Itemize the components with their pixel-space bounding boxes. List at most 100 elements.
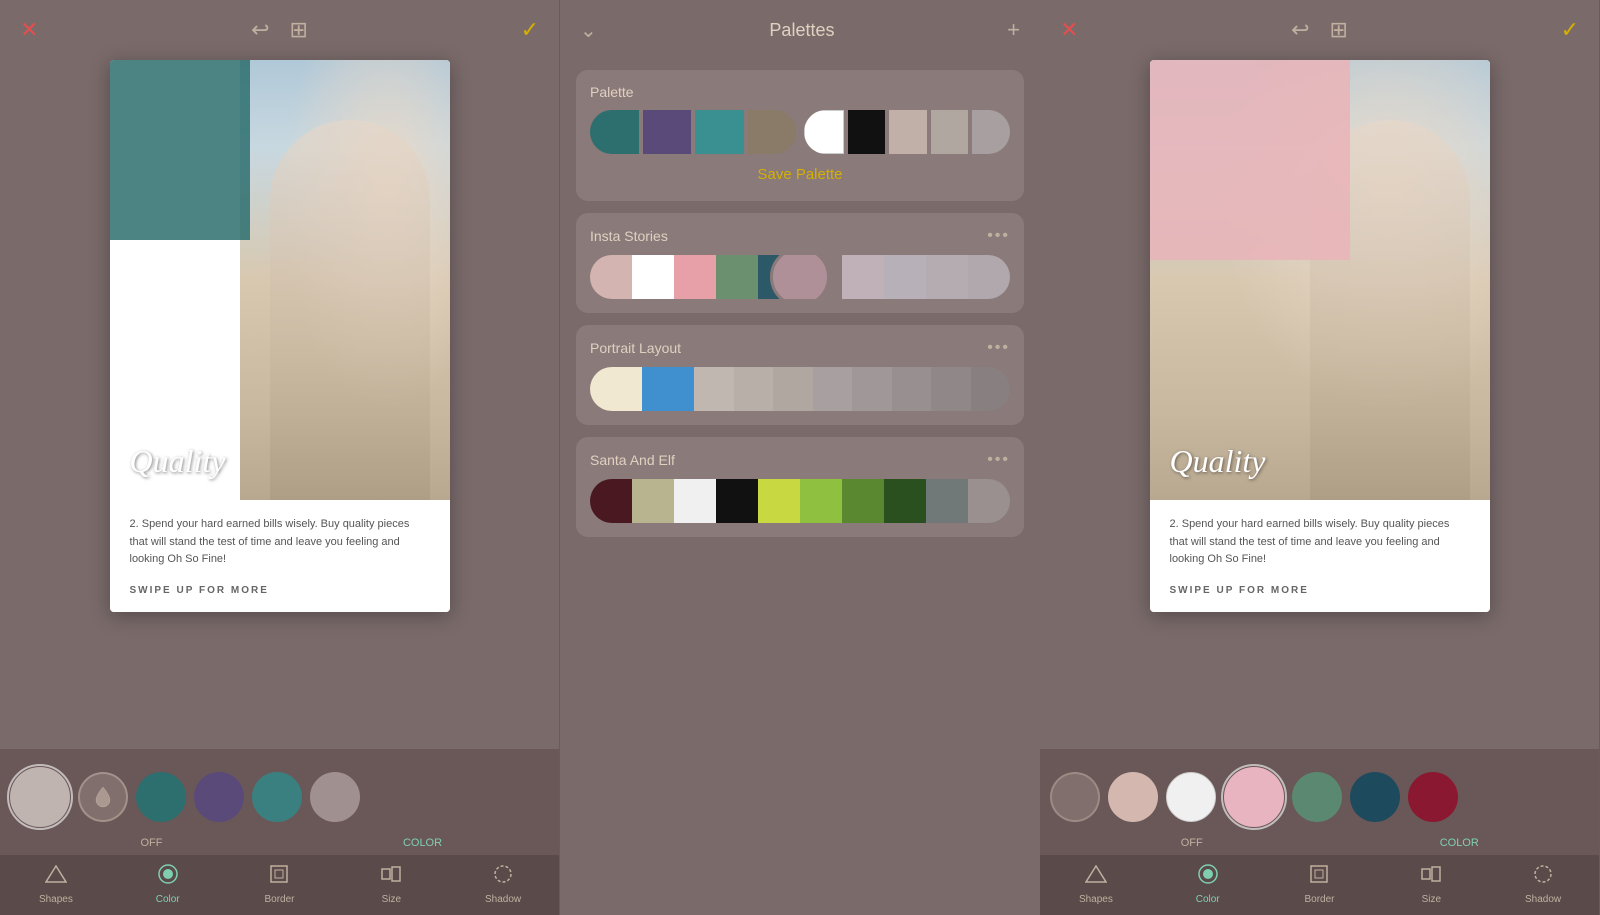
- left-layers-icon[interactable]: ⊞: [290, 17, 308, 43]
- palette-swatch-1[interactable]: [643, 110, 692, 154]
- right-label-color[interactable]: COLOR: [1330, 837, 1590, 849]
- palette-plus-icon[interactable]: +: [1007, 17, 1020, 43]
- palette-content: Palette Save Palette: [560, 60, 1040, 915]
- right-color-circle-6[interactable]: [1408, 772, 1458, 822]
- santa-elf-menu[interactable]: •••: [987, 451, 1010, 469]
- left-nav-shapes[interactable]: Shapes: [0, 863, 112, 905]
- left-panel: ✕ ↩ ⊞ ✓ Quality 2. Spend your hard earne…: [0, 0, 560, 915]
- right-layers-icon[interactable]: ⊞: [1330, 17, 1348, 43]
- palette-insta-stories: Insta Stories •••: [576, 213, 1024, 313]
- right-nav-size[interactable]: Size: [1375, 863, 1487, 905]
- insta-swatch-0[interactable]: [590, 255, 632, 299]
- left-swipe-text: SWIPE UP FOR MORE: [130, 585, 430, 596]
- palette-swatch-8[interactable]: [972, 110, 1010, 154]
- palette-swatch-3[interactable]: [748, 110, 797, 154]
- right-color-circle-off[interactable]: [1050, 772, 1100, 822]
- right-shapes-icon: [1085, 863, 1107, 891]
- santa-swatch-3[interactable]: [716, 479, 758, 523]
- right-color-circle-2[interactable]: [1166, 772, 1216, 822]
- right-color-circle-5[interactable]: [1350, 772, 1400, 822]
- right-nav-color[interactable]: Color: [1152, 863, 1264, 905]
- insta-swatch-9[interactable]: [968, 255, 1010, 299]
- right-color-circle-3-selected[interactable]: [1224, 767, 1284, 827]
- left-label-off[interactable]: OFF: [10, 837, 278, 849]
- right-nav-border[interactable]: Border: [1264, 863, 1376, 905]
- right-border-label: Border: [1304, 894, 1334, 905]
- left-nav-border[interactable]: Border: [224, 863, 336, 905]
- portrait-swatch-1[interactable]: [642, 367, 694, 411]
- portrait-swatch-3[interactable]: [734, 367, 774, 411]
- portrait-swatch-8[interactable]: [931, 367, 971, 411]
- insta-selected-swatch[interactable]: [770, 255, 830, 299]
- right-undo-icon[interactable]: ↩: [1291, 17, 1309, 43]
- portrait-swatch-2[interactable]: [694, 367, 734, 411]
- left-color-circle-3[interactable]: [194, 772, 244, 822]
- portrait-swatch-4[interactable]: [773, 367, 813, 411]
- insta-swatch-3[interactable]: [716, 255, 758, 299]
- right-swipe-text: SWIPE UP FOR MORE: [1170, 585, 1470, 596]
- right-shapes-label: Shapes: [1079, 894, 1113, 905]
- left-color-circle-5[interactable]: [310, 772, 360, 822]
- left-shadow-label: Shadow: [485, 894, 521, 905]
- left-undo-icon[interactable]: ↩: [251, 17, 269, 43]
- palette-swatch-4[interactable]: [804, 110, 844, 154]
- palette-swatch-2[interactable]: [695, 110, 744, 154]
- right-close-icon[interactable]: ✕: [1060, 17, 1078, 43]
- portrait-swatch-0[interactable]: [590, 367, 642, 411]
- portrait-swatch-6[interactable]: [852, 367, 892, 411]
- insta-stories-menu[interactable]: •••: [987, 227, 1010, 245]
- right-label-off[interactable]: OFF: [1050, 837, 1322, 849]
- portrait-swatch-5[interactable]: [813, 367, 853, 411]
- left-nav-size[interactable]: Size: [335, 863, 447, 905]
- left-check-icon[interactable]: ✓: [521, 17, 539, 43]
- right-color-icon: [1197, 863, 1219, 891]
- right-color-circle-4[interactable]: [1292, 772, 1342, 822]
- portrait-swatch-7[interactable]: [892, 367, 932, 411]
- santa-swatch-6[interactable]: [842, 479, 884, 523]
- left-nav-color[interactable]: Color: [112, 863, 224, 905]
- palette-swatch-6[interactable]: [889, 110, 927, 154]
- santa-elf-swatches: [590, 479, 1010, 523]
- insta-swatch-7[interactable]: [884, 255, 926, 299]
- santa-swatch-1[interactable]: [632, 479, 674, 523]
- santa-swatch-2[interactable]: [674, 479, 716, 523]
- insta-swatch-8[interactable]: [926, 255, 968, 299]
- left-nav-shadow[interactable]: Shadow: [447, 863, 559, 905]
- save-palette-button[interactable]: Save Palette: [757, 166, 842, 183]
- portrait-layout-menu[interactable]: •••: [987, 339, 1010, 357]
- palette-swatch-5[interactable]: [848, 110, 886, 154]
- santa-swatch-4[interactable]: [758, 479, 800, 523]
- left-color-circle-droplet[interactable]: [78, 772, 128, 822]
- palette-portrait-layout: Portrait Layout •••: [576, 325, 1024, 425]
- left-quality-text: Quality: [130, 443, 226, 480]
- portrait-swatch-9[interactable]: [971, 367, 1011, 411]
- santa-swatch-8[interactable]: [926, 479, 968, 523]
- left-body-text: 2. Spend your hard earned bills wisely. …: [130, 516, 430, 569]
- insta-swatch-2[interactable]: [674, 255, 716, 299]
- left-color-circle-2[interactable]: [136, 772, 186, 822]
- palette-swatch-0[interactable]: [590, 110, 639, 154]
- santa-swatch-5[interactable]: [800, 479, 842, 523]
- santa-swatch-7[interactable]: [884, 479, 926, 523]
- left-size-icon: [380, 863, 402, 891]
- left-color-circle-4[interactable]: [252, 772, 302, 822]
- palette-swatch-7[interactable]: [931, 110, 969, 154]
- insta-swatch-1[interactable]: [632, 255, 674, 299]
- right-check-icon[interactable]: ✓: [1561, 17, 1579, 43]
- palette-arrow-icon[interactable]: ⌄: [580, 18, 597, 43]
- right-text-area: 2. Spend your hard earned bills wisely. …: [1150, 500, 1490, 612]
- insta-swatch-6[interactable]: [842, 255, 884, 299]
- left-close-icon[interactable]: ✕: [20, 17, 38, 43]
- santa-swatch-9[interactable]: [968, 479, 1010, 523]
- left-bottom-controls: OFF COLOR Shapes Color Border: [0, 749, 559, 915]
- right-nav-shadow[interactable]: Shadow: [1487, 863, 1599, 905]
- left-canvas-card: Quality 2. Spend your hard earned bills …: [110, 60, 450, 612]
- left-color-circle-0[interactable]: [10, 767, 70, 827]
- right-color-label: Color: [1196, 894, 1220, 905]
- right-nav-shapes[interactable]: Shapes: [1040, 863, 1152, 905]
- left-color-labels: OFF COLOR: [0, 835, 559, 855]
- left-label-color[interactable]: COLOR: [286, 837, 549, 849]
- right-color-circle-1[interactable]: [1108, 772, 1158, 822]
- santa-swatch-0[interactable]: [590, 479, 632, 523]
- right-shadow-label: Shadow: [1525, 894, 1561, 905]
